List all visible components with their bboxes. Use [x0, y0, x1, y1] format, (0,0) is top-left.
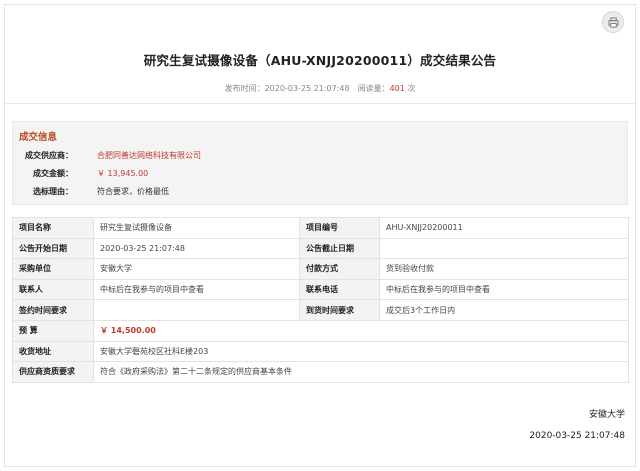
views-unit: 次	[407, 84, 416, 93]
qualification-value: 符合《政府采购法》第二十二条规定的供应商基本条件	[93, 361, 629, 383]
table-row: 供应商资质要求 符合《政府采购法》第二十二条规定的供应商基本条件	[12, 361, 629, 383]
result-info-section: 成交信息 成交供应商： 合肥同善达网络科技有限公司 成交金额： ￥ 13,945…	[12, 121, 628, 205]
views-count: 401	[389, 84, 405, 93]
table-row: 预 算 ￥ 14,500.00	[12, 319, 629, 342]
table-row: 签约时间要求 到货时间要求 成交后3个工作日内	[12, 299, 629, 321]
table-value: 安徽大学	[93, 258, 300, 280]
amount-label: 成交金额：	[33, 169, 73, 178]
page-title: 研究生复试摄像设备（AHU-XNJJ20200011）成交结果公告	[143, 53, 497, 68]
print-button[interactable]	[602, 11, 624, 33]
table-key: 采购单位	[12, 258, 94, 280]
table-row: 收货地址 安徽大学磬苑校区社科E楼203	[12, 340, 629, 363]
table-key: 到货时间要求	[299, 299, 380, 321]
table-value: 研究生复试摄像设备	[93, 217, 300, 239]
table-key: 公告截止日期	[299, 237, 380, 260]
amount-value: ￥ 13,945.00	[97, 169, 149, 178]
table-key: 签约时间要求	[12, 299, 94, 321]
delivery-address-value: 安徽大学磬苑校区社科E楼203	[93, 340, 629, 363]
header-divider	[4, 103, 636, 104]
table-value	[93, 299, 300, 321]
table-key: 公告开始日期	[12, 237, 94, 260]
publish-time-label: 发布时间：	[224, 84, 265, 93]
budget-label: 预 算	[12, 319, 94, 342]
table-key: 联系人	[12, 278, 94, 301]
signature-organization: 安徽大学	[588, 410, 625, 420]
table-value: 2020-03-25 21:07:48	[93, 237, 300, 260]
project-detail-table: 项目名称 研究生复试摄像设备 项目编号 AHU-XNJJ20200011 公告开…	[12, 217, 629, 383]
table-row: 采购单位 安徽大学 付款方式 货到验收付款	[12, 258, 629, 280]
reason-row: 选标理由： 符合要求，价格最低	[19, 185, 599, 199]
qualification-label: 供应商资质要求	[12, 361, 94, 383]
publish-time: 2020-03-25 21:07:48	[264, 84, 350, 93]
table-row: 公告开始日期 2020-03-25 21:07:48 公告截止日期	[12, 237, 629, 260]
views-label: 阅读量：	[357, 84, 390, 93]
print-icon	[607, 16, 619, 28]
table-key: 项目名称	[12, 217, 94, 239]
budget-value: ￥ 14,500.00	[93, 319, 629, 342]
supplier-value: 合肥同善达网络科技有限公司	[97, 151, 201, 160]
table-key: 付款方式	[299, 258, 380, 280]
reason-label: 选标理由：	[33, 187, 73, 196]
signature-date: 2020-03-25 21:07:48	[529, 431, 625, 441]
table-key: 项目编号	[299, 217, 380, 239]
table-value: 中标后在我参与的项目中查看	[379, 278, 629, 301]
table-value: 成交后3个工作日内	[379, 299, 629, 321]
supplier-label: 成交供应商：	[25, 151, 73, 160]
section-title: 成交信息	[19, 132, 58, 143]
publish-meta: 发布时间：2020-03-25 21:07:48 阅读量：401 次	[0, 83, 640, 94]
table-row: 联系人 中标后在我参与的项目中查看 联系电话 中标后在我参与的项目中查看	[12, 278, 629, 301]
table-value: 中标后在我参与的项目中查看	[93, 278, 300, 301]
table-row: 项目名称 研究生复试摄像设备 项目编号 AHU-XNJJ20200011	[12, 217, 629, 239]
table-value: 货到验收付款	[379, 258, 629, 280]
amount-row: 成交金额： ￥ 13,945.00	[19, 167, 599, 181]
table-value: AHU-XNJJ20200011	[379, 217, 629, 239]
supplier-row: 成交供应商： 合肥同善达网络科技有限公司	[19, 149, 599, 163]
reason-value: 符合要求，价格最低	[97, 187, 169, 196]
table-key: 联系电话	[299, 278, 380, 301]
table-value	[379, 237, 629, 260]
delivery-address-label: 收货地址	[12, 340, 94, 363]
